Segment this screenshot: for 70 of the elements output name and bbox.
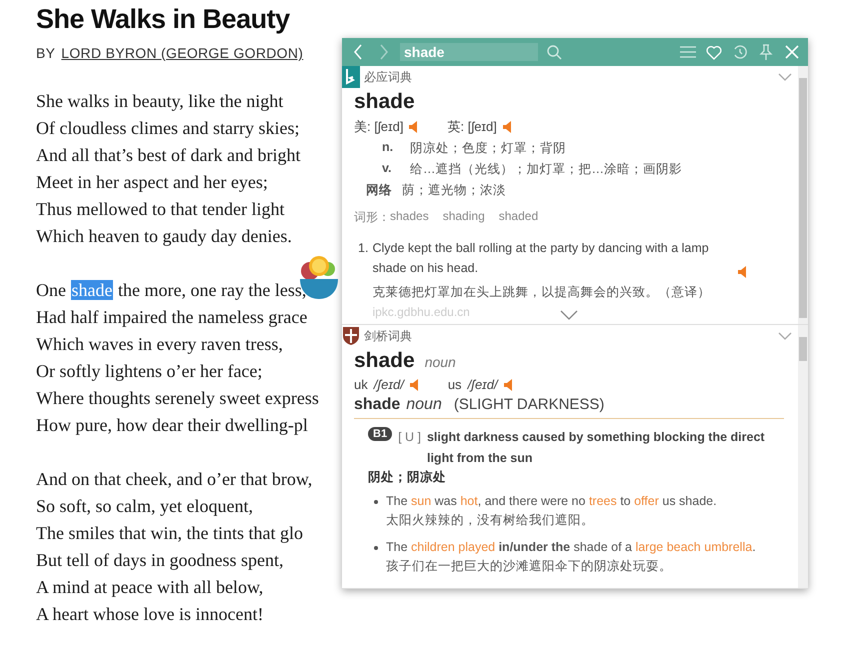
pronunciation: /ʃeɪd/ bbox=[374, 377, 404, 392]
word-form: shades bbox=[390, 209, 429, 225]
expand-chevron-icon[interactable] bbox=[560, 310, 578, 320]
example-translation: 太阳火辣辣的，没有树给我们遮阳。 bbox=[386, 512, 595, 529]
poem-line: And all that’s best of dark and bright bbox=[36, 144, 302, 167]
poem-line: And on that cheek, and o’er that brow, bbox=[36, 468, 314, 491]
speaker-icon[interactable] bbox=[504, 378, 514, 390]
headword: shade bbox=[354, 90, 416, 114]
part-of-speech: n. bbox=[382, 140, 394, 156]
part-of-speech: noun bbox=[406, 396, 442, 414]
example-sentence: Clyde kept the ball rolling at the party by dancing with a lamp shade on his head. bbox=[372, 240, 710, 277]
word-forms-label: 词形： bbox=[354, 209, 390, 226]
definition-text: 阴凉处；色度；灯罩；背阴 bbox=[410, 140, 566, 157]
example-translation: 孩子们在一把巨大的沙滩遮阳伞下的阴凉处玩耍。 bbox=[386, 558, 673, 575]
poem-line: A heart whose love is innocent! bbox=[36, 603, 264, 626]
definition-text: 荫；遮光物；浓淡 bbox=[402, 182, 506, 199]
speaker-icon[interactable] bbox=[738, 266, 748, 278]
pronunciation: 英: [ʃeɪd] bbox=[447, 118, 497, 136]
poem-line: Meet in her aspect and her eyes; bbox=[36, 171, 269, 194]
collapse-chevron-icon[interactable] bbox=[778, 331, 792, 341]
example-translation: 克莱德把灯罩加在头上跳舞，以提高舞会的兴致。（意译） bbox=[372, 284, 712, 301]
part-of-speech: noun bbox=[424, 354, 456, 370]
poem-line: Which heaven to gaudy day denies. bbox=[36, 225, 293, 248]
pronunciation: 美: [ʃeɪd] bbox=[354, 118, 404, 136]
example-number: 1. bbox=[358, 240, 368, 257]
poem-line: She walks in beauty, like the night bbox=[36, 90, 284, 113]
poem-line: So soft, so calm, yet eloquent, bbox=[36, 495, 254, 518]
collapse-chevron-icon[interactable] bbox=[778, 72, 792, 82]
dictionary-source: 必应词典 bbox=[364, 68, 413, 86]
pronunciation: /ʃeɪd/ bbox=[468, 377, 498, 392]
definition-text: slight darkness caused by something blocking the direct light from the sun bbox=[426, 429, 766, 467]
dictionary-source: 剑桥词典 bbox=[364, 328, 413, 344]
poem-line: Where thoughts serenely sweet express bbox=[36, 387, 320, 410]
poem-line: How pure, how dear their dwelling-pl bbox=[36, 414, 309, 437]
pronunciation-label: us bbox=[448, 377, 462, 392]
poem-line: A mind at peace with all below, bbox=[36, 576, 264, 599]
poem-line: Of cloudless climes and starry skies; bbox=[36, 117, 300, 140]
poem-line: Had half impaired the nameless grace bbox=[36, 306, 308, 329]
poem-line: Which waves in every raven tress, bbox=[36, 333, 284, 356]
speaker-icon[interactable] bbox=[409, 121, 420, 133]
chevron-right-icon bbox=[379, 44, 389, 60]
poem-line: Or softly lightens o’er her face; bbox=[36, 360, 264, 383]
word-form: shading bbox=[442, 209, 485, 225]
bullet-icon bbox=[374, 500, 378, 504]
headword: shade bbox=[354, 349, 415, 373]
scrollbar[interactable] bbox=[798, 325, 808, 588]
guide-word: (SLIGHT DARKNESS) bbox=[454, 396, 604, 413]
speaker-icon[interactable] bbox=[410, 378, 420, 390]
grammar-label: [ U ] bbox=[398, 429, 421, 446]
pronunciation-label: uk bbox=[354, 377, 368, 392]
level-badge: B1 bbox=[368, 427, 392, 441]
scrollbar[interactable] bbox=[798, 66, 808, 324]
poem-title: She Walks in Beauty bbox=[36, 4, 291, 35]
definition-translation: 阴处；阴凉处 bbox=[368, 469, 447, 486]
headword: shade bbox=[354, 396, 400, 414]
chevron-left-icon bbox=[353, 44, 363, 60]
speaker-icon[interactable] bbox=[502, 121, 513, 133]
poem-line: One shade the more, one ray the less, bbox=[36, 279, 308, 302]
example-sentence: The children played in/under the shade of a large beach umbrella. bbox=[386, 539, 757, 556]
part-of-speech: v. bbox=[382, 161, 392, 177]
part-of-speech: 网络 bbox=[366, 182, 392, 199]
example-sentence: The sun was hot, and there were no trees to offer us shade. bbox=[386, 493, 718, 510]
poem-line: Thus mellowed to that tender light bbox=[36, 198, 286, 221]
poem-line: The smiles that win, the tints that glo bbox=[36, 522, 304, 545]
byline-label: BY bbox=[36, 45, 56, 61]
bullet-icon bbox=[374, 546, 378, 550]
poem-line: But tell of days in goodness spent, bbox=[36, 549, 284, 572]
author-link[interactable]: LORD BYRON (GEORGE GORDON) bbox=[61, 45, 304, 61]
definition-text: 给…遮挡（光线）；加灯罩；把…涂暗；画阴影 bbox=[410, 161, 682, 178]
word-form: shaded bbox=[498, 209, 538, 225]
